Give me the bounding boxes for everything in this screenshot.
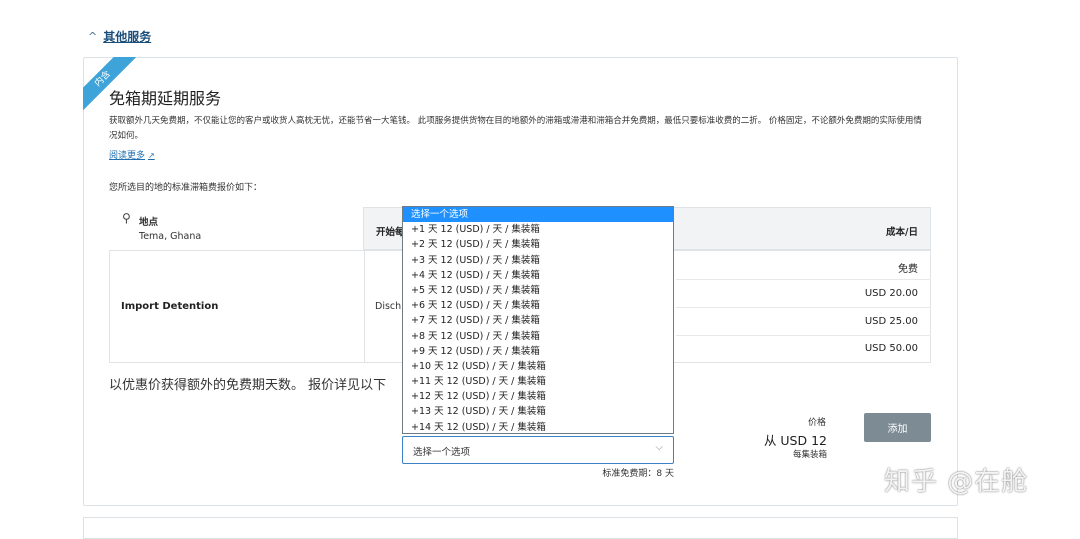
extra-days-dropdown[interactable]: 选择一个选项 +1 天 12 (USD) / 天 / 集装箱 +2 天 12 (…	[402, 206, 674, 434]
standard-free-period: 标准免费期：8 天	[602, 469, 674, 479]
dropdown-option[interactable]: +11 天 12 (USD) / 天 / 集装箱	[403, 374, 673, 389]
dropdown-option[interactable]: +3 天 12 (USD) / 天 / 集装箱	[403, 253, 673, 268]
external-link-icon: ↗	[148, 151, 155, 160]
dropdown-option[interactable]: +2 天 12 (USD) / 天 / 集装箱	[403, 237, 673, 252]
read-more-link[interactable]: 阅读更多 ↗	[109, 148, 155, 161]
dropdown-option[interactable]: +14 天 12 (USD) / 天 / 集装箱	[403, 420, 673, 433]
cost-row-3: USD 25.00	[864, 316, 918, 327]
service-description: 获取额外几天免费期，不仅能让您的客户或收货人高枕无忧，还能节省一大笔钱。 此项服…	[109, 116, 922, 141]
service-title: 免箱期延期服务	[109, 89, 222, 108]
col-cost-header: 成本/日	[886, 227, 918, 238]
dropdown-option[interactable]: +5 天 12 (USD) / 天 / 集装箱	[403, 283, 673, 298]
watermark: 知乎 @在舱	[884, 467, 1029, 497]
price-label: 价格	[807, 418, 826, 428]
cost-row-4: USD 50.00	[864, 343, 918, 354]
table-divider	[364, 251, 365, 363]
other-services-title[interactable]: 其他服务	[103, 28, 151, 45]
location-pin-icon: ⚲	[122, 211, 131, 225]
price-unit: 每集装箱	[792, 450, 827, 460]
col-start-header: 开始每	[376, 227, 405, 238]
start-value: Disch	[375, 301, 402, 312]
dropdown-option[interactable]: 选择一个选项	[403, 207, 673, 223]
dropdown-option[interactable]: +9 天 12 (USD) / 天 / 集装箱	[403, 344, 673, 359]
chevron-down-icon: ⌵	[655, 442, 663, 453]
promo-text: 以优惠价获得额外的免费期天数。 报价详见以下	[109, 378, 387, 393]
dropdown-option[interactable]: +1 天 12 (USD) / 天 / 集装箱	[403, 222, 673, 237]
charge-type: Import Detention	[121, 301, 219, 312]
row-divider	[676, 335, 931, 336]
row-divider	[676, 279, 931, 280]
price-value: 从 USD 12	[763, 433, 827, 448]
chevron-up-icon: ^	[88, 30, 98, 43]
dropdown-option[interactable]: +6 天 12 (USD) / 天 / 集装箱	[403, 298, 673, 313]
extra-days-select[interactable]: 选择一个选项 ⌵	[402, 436, 674, 464]
dropdown-option[interactable]: +10 天 12 (USD) / 天 / 集装箱	[403, 359, 673, 374]
other-services-toggle[interactable]: ^ 其他服务	[88, 28, 151, 45]
add-button[interactable]: 添加	[864, 413, 931, 442]
select-value: 选择一个选项	[413, 447, 471, 458]
cost-row-1: 免费	[898, 264, 918, 275]
location-cell: ⚲ 地点 Tema, Ghana	[109, 207, 363, 251]
dropdown-option[interactable]: +7 天 12 (USD) / 天 / 集装箱	[403, 313, 673, 328]
row-divider	[676, 307, 931, 308]
cost-row-2: USD 20.00	[864, 288, 918, 299]
dropdown-option[interactable]: +13 天 12 (USD) / 天 / 集装箱	[403, 404, 673, 419]
location-label: 地点	[139, 217, 159, 228]
next-service-card	[83, 517, 958, 539]
location-value: Tema, Ghana	[139, 231, 202, 242]
dropdown-option[interactable]: +8 天 12 (USD) / 天 / 集装箱	[403, 329, 673, 344]
dropdown-option[interactable]: +12 天 12 (USD) / 天 / 集装箱	[403, 389, 673, 404]
standard-rate-label: 您所选目的地的标准滞箱费报价如下：	[109, 183, 263, 193]
dropdown-option[interactable]: +4 天 12 (USD) / 天 / 集装箱	[403, 268, 673, 283]
read-more-label: 阅读更多	[109, 151, 146, 161]
